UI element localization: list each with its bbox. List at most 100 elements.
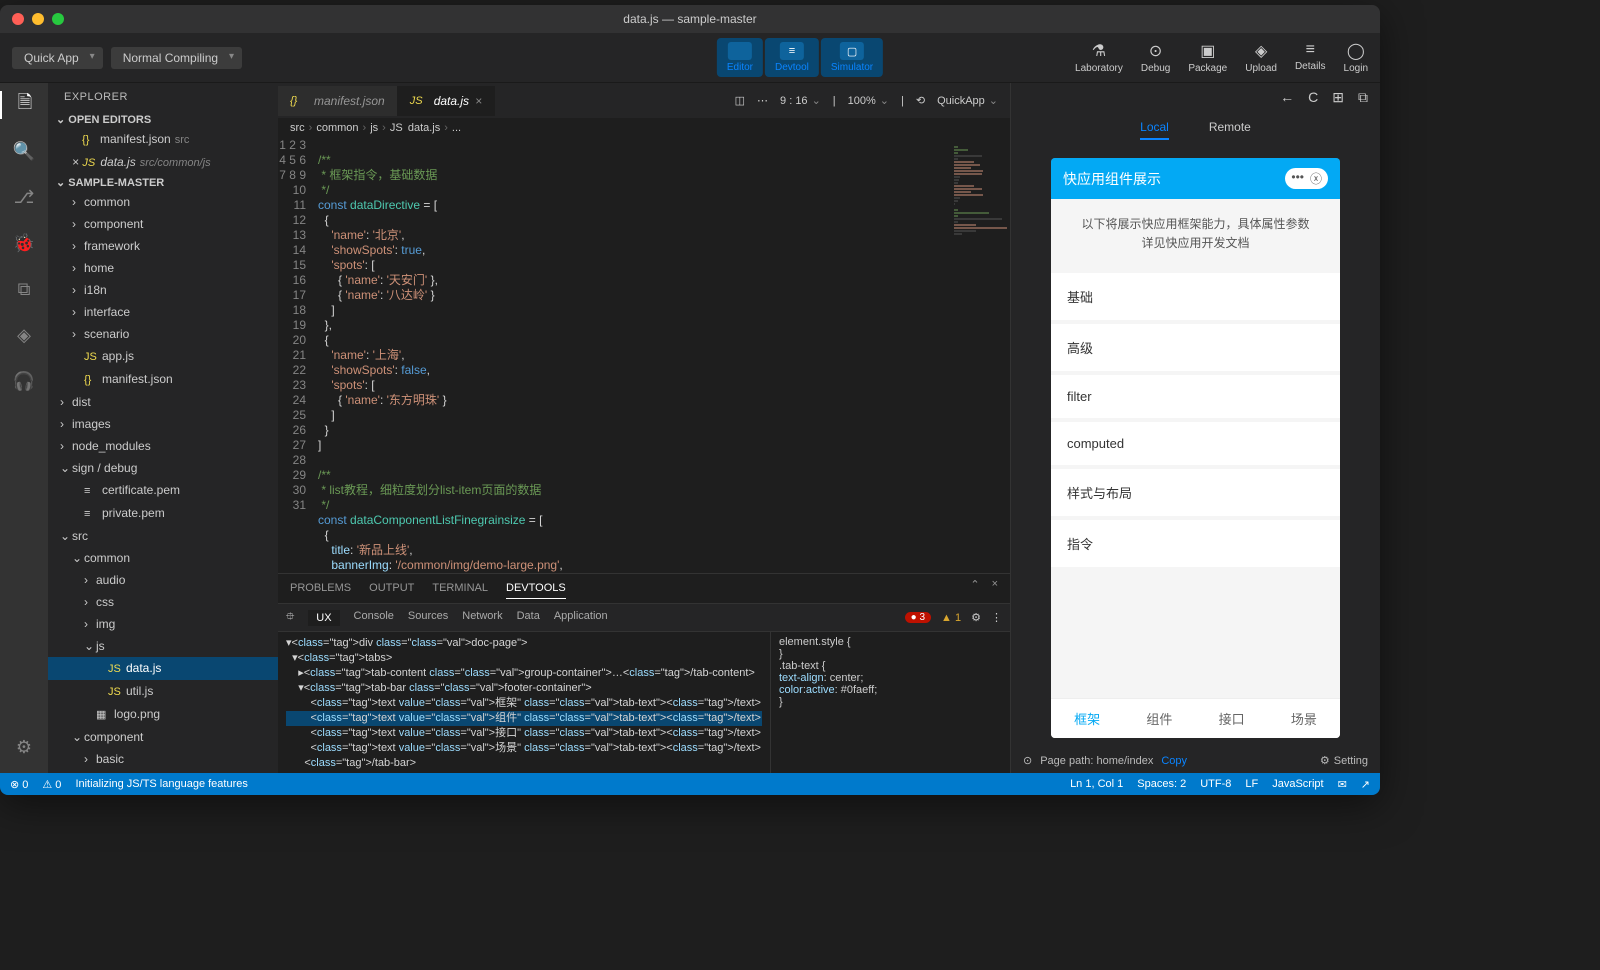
error-badge[interactable]: ● 3 (905, 612, 931, 623)
open-editor-item[interactable]: × JSdata.jssrc/common/js (48, 151, 278, 174)
breadcrumb[interactable]: src›common›js›JSdata.js›... (278, 118, 1010, 138)
panel-maximize-icon[interactable]: ⌃ (970, 578, 979, 599)
device-list-item[interactable]: 指令 (1051, 520, 1340, 567)
folder-item[interactable]: node_modules (48, 435, 278, 457)
devtools-tab-sources[interactable]: Sources (408, 610, 448, 626)
status-item[interactable]: LF (1245, 778, 1258, 791)
folder-item[interactable]: scenario (48, 323, 278, 345)
device-list-item[interactable]: computed (1051, 422, 1340, 465)
elements-pane[interactable]: ▾<class="tag">div class="class="val">doc… (278, 632, 770, 773)
status-item[interactable]: Ln 1, Col 1 (1070, 778, 1123, 791)
status-item[interactable]: ⚠ 0 (42, 778, 61, 791)
device-list-item[interactable]: filter (1051, 375, 1340, 418)
devtools-tab-ux[interactable]: UX (308, 610, 339, 626)
sim-tab-local[interactable]: Local (1140, 120, 1169, 140)
folder-item[interactable]: images (48, 413, 278, 435)
compile-mode-dropdown[interactable]: Normal Compiling (111, 47, 242, 69)
minimize-window[interactable] (32, 13, 44, 25)
open-editors-section[interactable]: OPEN EDITORS (48, 111, 278, 128)
laboratory-button[interactable]: ⚗Laboratory (1075, 41, 1123, 74)
panel-tab-problems[interactable]: PROBLEMS (290, 578, 351, 599)
zoom-dropdown[interactable]: 100% (848, 94, 889, 107)
device-tab[interactable]: 场景 (1268, 699, 1340, 738)
devtools-tab-network[interactable]: Network (462, 610, 502, 626)
folder-item[interactable]: framework (48, 235, 278, 257)
extensions-icon[interactable]: ⧉ (10, 275, 38, 303)
sim-detach-icon[interactable]: ⧉ (1358, 89, 1368, 106)
file-item[interactable]: ≡certificate.pem (48, 479, 278, 502)
devtool-toggle[interactable]: ≡Devtool (765, 38, 819, 77)
search-icon[interactable]: 🔍 (10, 137, 38, 165)
sim-tab-remote[interactable]: Remote (1209, 120, 1251, 140)
panel-tab-terminal[interactable]: TERMINAL (432, 578, 488, 599)
package-button[interactable]: ▣Package (1188, 41, 1227, 74)
file-item[interactable]: {}manifest.json (48, 368, 278, 391)
sim-qr-icon[interactable]: ⊞ (1332, 89, 1344, 106)
device-dropdown[interactable]: QuickApp (937, 94, 998, 107)
device-tab[interactable]: 组件 (1123, 699, 1195, 738)
zoom-window[interactable] (52, 13, 64, 25)
file-item[interactable]: JSutil.js (48, 680, 278, 703)
sim-setting-label[interactable]: Setting (1334, 755, 1368, 767)
device-tab[interactable]: 框架 (1051, 699, 1123, 738)
warning-badge[interactable]: ▲ 1 (941, 612, 961, 624)
folder-item[interactable]: img (48, 613, 278, 635)
minimap[interactable] (950, 138, 1010, 573)
device-list-item[interactable]: 基础 (1051, 273, 1340, 320)
sim-reload-icon[interactable]: C (1308, 89, 1318, 106)
editor-toggle[interactable]: Editor (717, 38, 763, 77)
panel-tab-devtools[interactable]: DEVTOOLS (506, 578, 566, 599)
folder-item[interactable]: sign / debug (48, 457, 278, 479)
device-menu-icon[interactable]: ••• (1291, 170, 1304, 187)
panel-tab-output[interactable]: OUTPUT (369, 578, 414, 599)
folder-item[interactable]: i18n (48, 279, 278, 301)
status-item[interactable]: ✉ (1338, 778, 1347, 791)
split-editor-icon[interactable]: ◫ (735, 94, 745, 107)
file-item[interactable]: JSdata.js (48, 657, 278, 680)
status-item[interactable]: ↗ (1361, 778, 1370, 791)
folder-item[interactable]: component (48, 213, 278, 235)
panel-close-icon[interactable]: × (992, 578, 998, 599)
folder-item[interactable]: interface (48, 301, 278, 323)
layers-icon[interactable]: ◈ (10, 321, 38, 349)
editor-tab[interactable]: {}manifest.json (278, 86, 398, 116)
support-icon[interactable]: 🎧 (10, 367, 38, 395)
devtools-tab-application[interactable]: Application (554, 610, 608, 626)
devtools-tab-console[interactable]: Console (354, 610, 394, 626)
status-item[interactable]: JavaScript (1272, 778, 1323, 791)
explorer-icon[interactable]: 🗎 (0, 91, 48, 119)
open-editor-item[interactable]: {}manifest.jsonsrc (48, 128, 278, 151)
source-control-icon[interactable]: ⎇ (10, 183, 38, 211)
devtools-settings-icon[interactable]: ⚙ (971, 611, 981, 624)
copy-path-link[interactable]: Copy (1161, 755, 1187, 767)
debug-icon[interactable]: 🐞 (10, 229, 38, 257)
file-item[interactable]: ≡private.pem (48, 502, 278, 525)
file-item[interactable]: JSapp.js (48, 345, 278, 368)
status-item[interactable]: Initializing JS/TS language features (75, 778, 247, 791)
file-item[interactable]: ▦logo.png (48, 703, 278, 726)
styles-pane[interactable]: element.style {}.tab-text { text-align: … (770, 632, 1010, 773)
folder-item[interactable]: basic (48, 748, 278, 770)
status-item[interactable]: UTF-8 (1200, 778, 1231, 791)
folder-item[interactable]: container (48, 770, 278, 773)
sim-settings-gear-icon[interactable]: ⚙ (1320, 754, 1330, 767)
login-button[interactable]: ◯Login (1344, 41, 1368, 74)
devtools-more-icon[interactable]: ⋮ (991, 611, 1002, 624)
project-section[interactable]: SAMPLE-MASTER (48, 174, 278, 191)
details-button[interactable]: ≡Details (1295, 41, 1326, 74)
sim-back-icon[interactable]: ← (1280, 89, 1294, 106)
settings-gear-icon[interactable]: ⚙ (10, 733, 38, 761)
folder-item[interactable]: audio (48, 569, 278, 591)
status-item[interactable]: Spaces: 2 (1137, 778, 1186, 791)
devtools-tab-data[interactable]: Data (517, 610, 540, 626)
device-close-icon[interactable]: ⓧ (1310, 170, 1322, 187)
device-list-item[interactable]: 高级 (1051, 324, 1340, 371)
status-item[interactable]: ⊗ 0 (10, 778, 28, 791)
time-display[interactable]: 9 : 16 (780, 94, 821, 107)
folder-item[interactable]: css (48, 591, 278, 613)
upload-button[interactable]: ◈Upload (1245, 41, 1277, 74)
folder-item[interactable]: js (48, 635, 278, 657)
simulator-toggle[interactable]: ▢Simulator (821, 38, 883, 77)
device-tab[interactable]: 接口 (1196, 699, 1268, 738)
folder-item[interactable]: dist (48, 391, 278, 413)
